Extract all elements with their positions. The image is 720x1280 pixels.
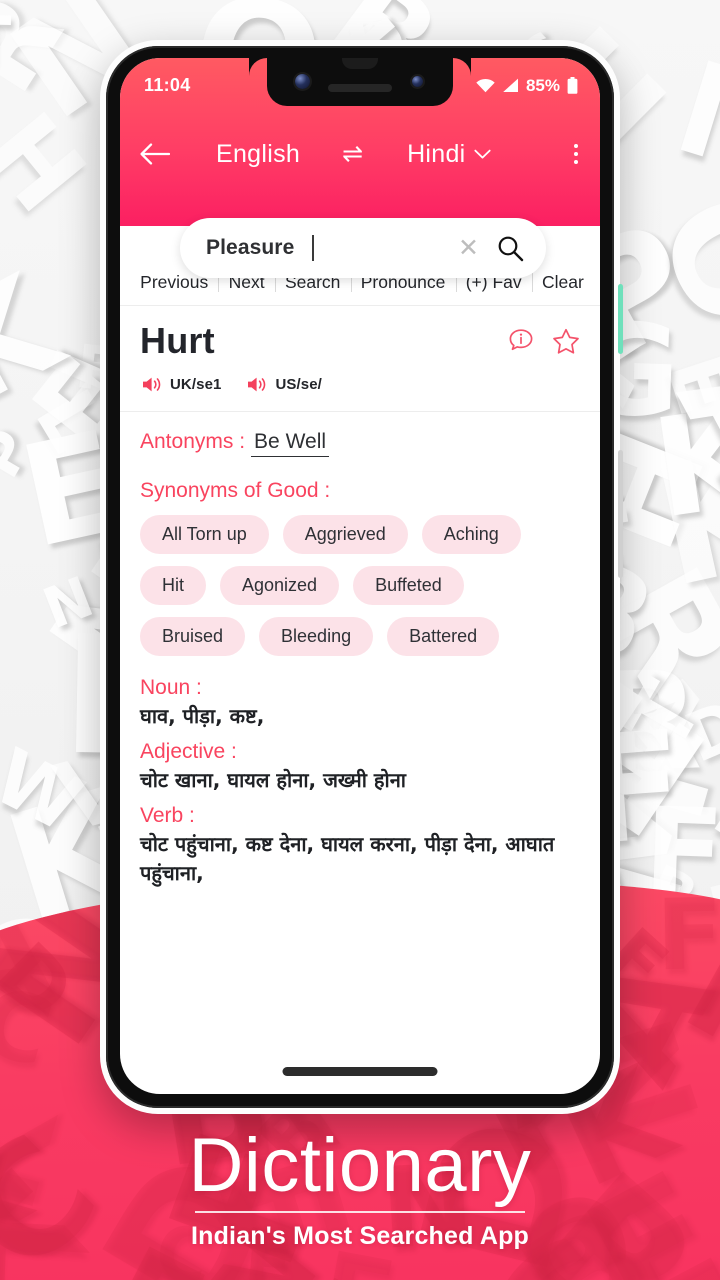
speaker-icon (142, 376, 163, 393)
pos-value-noun: घाव, पीड़ा, कष्ट, (140, 704, 265, 728)
pronounce-uk-label: UK/se1 (170, 376, 222, 393)
screenshot-stage: FNPSRYBEBLDILNPKBAWGMORHEHGOPWHNWNLOGLVP… (0, 0, 720, 1280)
toolbar-clear-button[interactable]: Clear (531, 272, 594, 293)
word-actions (508, 328, 580, 355)
definition-content: Antonyms : Be Well Synonyms of Good : Al… (120, 412, 600, 888)
word-header-block: Hurt UK/se1 US/se/ (120, 306, 600, 412)
synonyms-label: Synonyms of Good : (140, 479, 331, 502)
promo-subtitle: Indian's Most Searched App (190, 1222, 530, 1250)
power-button[interactable] (618, 284, 623, 354)
language-to-label: Hindi (407, 139, 466, 168)
volume-rocker-button[interactable] (618, 450, 623, 578)
speaker-icon (247, 376, 268, 393)
promo-banner-text: Dictionary Indian's Most Searched App (0, 1128, 720, 1251)
chevron-down-icon (473, 149, 491, 160)
promo-divider (195, 1211, 525, 1213)
phone-mockup: 11:04 85% English ⇌ Hindi Pleasure ✕ Pre… (100, 40, 623, 1114)
star-outline-icon[interactable] (552, 328, 580, 355)
pos-value-adjective: चोट खाना, घायल होना, जख्मी होना (140, 768, 406, 792)
page-title: Hurt (140, 320, 215, 361)
pos-label-verb: Verb : (140, 804, 195, 827)
pronunciation-row: UK/se1 US/se/ (140, 362, 580, 411)
status-indicators: 85% (476, 76, 578, 96)
wifi-icon (476, 78, 495, 93)
search-icon[interactable] (497, 235, 524, 262)
text-cursor (312, 235, 315, 261)
battery-percent-label: 85% (525, 75, 560, 95)
info-bubble-icon[interactable] (508, 328, 534, 354)
pos-value-verb: चोट पहुंचाना, कष्ट देना, घायल करना, पीड़… (140, 832, 555, 885)
language-from-label[interactable]: English (216, 140, 300, 169)
antonyms-row: Antonyms : Be Well (140, 430, 580, 461)
pronounce-us-label: US/se/ (275, 376, 322, 393)
signal-icon (502, 78, 519, 93)
close-icon[interactable]: ✕ (458, 235, 479, 261)
back-arrow-icon[interactable] (140, 143, 174, 165)
language-toolbar: English ⇌ Hindi (120, 118, 600, 190)
pos-block-noun: Noun : घाव, पीड़ा, कष्ट, (140, 676, 580, 731)
language-to-selector[interactable]: Hindi (407, 139, 491, 169)
search-input[interactable]: Pleasure (206, 236, 294, 260)
synonym-chip-list: All Torn up Aggrieved Aching Hit Agonize… (140, 515, 580, 656)
pronounce-us-button[interactable]: US/se/ (247, 376, 322, 393)
synonym-chip[interactable]: Buffeted (353, 566, 464, 605)
status-bar: 11:04 85% (120, 58, 600, 102)
phone-bezel: 11:04 85% English ⇌ Hindi Pleasure ✕ Pre… (106, 46, 614, 1108)
synonym-chip[interactable]: Aggrieved (282, 515, 408, 554)
synonym-chip[interactable]: Hit (140, 566, 206, 605)
more-vertical-icon[interactable] (572, 140, 580, 168)
pos-label-adjective: Adjective : (140, 740, 237, 763)
pos-label-noun: Noun : (140, 676, 202, 699)
status-time: 11:04 (144, 75, 191, 95)
bottom-speaker-grille (282, 1067, 438, 1076)
synonym-chip[interactable]: All Torn up (140, 515, 269, 554)
word-title-row: Hurt (140, 320, 580, 362)
synonym-chip[interactable]: Battered (387, 617, 500, 656)
pronounce-uk-button[interactable]: UK/se1 (142, 376, 221, 393)
antonyms-label: Antonyms : (140, 430, 246, 453)
promo-title: Dictionary (188, 1123, 532, 1208)
phone-screen: 11:04 85% English ⇌ Hindi Pleasure ✕ Pre… (120, 58, 600, 1094)
synonym-chip[interactable]: Bleeding (259, 617, 374, 656)
pos-block-verb: Verb : चोट पहुंचाना, कष्ट देना, घायल करन… (140, 804, 580, 888)
synonym-chip[interactable]: Bruised (140, 617, 246, 656)
swap-languages-icon[interactable]: ⇌ (342, 141, 363, 167)
synonym-chip[interactable]: Aching (421, 515, 521, 554)
pos-block-adjective: Adjective : चोट खाना, घायल होना, जख्मी ह… (140, 740, 580, 795)
app-header: 11:04 85% English ⇌ Hindi Pleasure ✕ (120, 58, 600, 278)
synonym-chip[interactable]: Agonized (220, 566, 340, 605)
antonyms-value-link[interactable]: Be Well (251, 430, 330, 457)
battery-icon (567, 77, 578, 94)
search-bar[interactable]: Pleasure ✕ (180, 218, 546, 278)
